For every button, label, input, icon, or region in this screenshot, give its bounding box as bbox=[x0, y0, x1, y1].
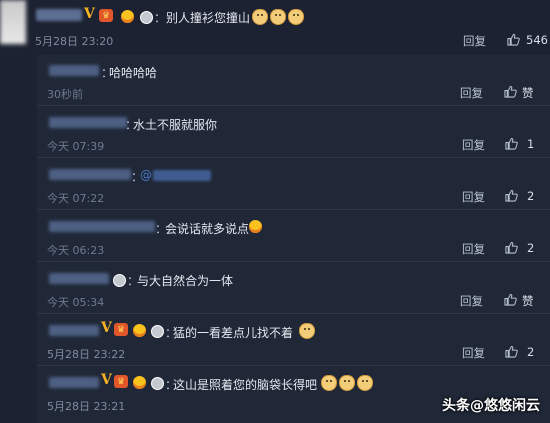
reply-text: 这山是照着您的脑袋长得吧 bbox=[173, 378, 318, 392]
laugh-emoji-icon bbox=[133, 324, 146, 337]
username-blurred[interactable] bbox=[49, 273, 109, 284]
mention-username-blurred[interactable] bbox=[153, 170, 211, 181]
doge-emoji-icon bbox=[299, 323, 315, 339]
divider bbox=[37, 105, 550, 106]
reply-time: 今天 06:23 bbox=[47, 244, 105, 257]
divider bbox=[37, 209, 550, 210]
divider bbox=[37, 365, 550, 366]
reply-time: 今天 07:39 bbox=[47, 140, 105, 153]
like-label[interactable]: 赞 bbox=[522, 293, 534, 309]
reply-text: 哈哈哈哈 bbox=[109, 66, 158, 80]
username-blurred[interactable] bbox=[49, 65, 99, 76]
comment-time: 5月28日 23:20 bbox=[35, 35, 114, 48]
reply-text: 猛的一看差点儿找不着 bbox=[173, 326, 294, 340]
divider bbox=[37, 313, 550, 314]
crown-badge-icon: ♛ bbox=[99, 9, 113, 22]
reply-button[interactable]: 回复 bbox=[462, 345, 485, 361]
verified-v-badge-icon: V bbox=[101, 372, 112, 388]
username-blurred[interactable] bbox=[36, 9, 82, 21]
crown-badge-icon: ♛ bbox=[114, 323, 128, 336]
reply-time: 5月28日 23:22 bbox=[47, 348, 126, 361]
laugh-emoji-icon bbox=[249, 220, 262, 233]
colon: ： bbox=[154, 11, 167, 25]
reply-item: ： 水土不服就服你 今天 07:39 回复 1 bbox=[37, 107, 550, 159]
thumbs-up-icon[interactable] bbox=[507, 33, 520, 46]
like-count[interactable]: 1 bbox=[527, 137, 534, 151]
reply-time: 30秒前 bbox=[47, 88, 83, 101]
like-count[interactable]: 2 bbox=[527, 241, 534, 255]
doge-emoji-icon bbox=[339, 375, 355, 391]
thumbs-up-icon[interactable] bbox=[505, 189, 518, 202]
doge-emoji-icon bbox=[252, 9, 268, 25]
doge-emoji-icon bbox=[288, 9, 304, 25]
reply-button[interactable]: 回复 bbox=[460, 293, 483, 309]
username-blurred[interactable] bbox=[49, 221, 155, 232]
reply-button[interactable]: 回复 bbox=[462, 189, 485, 205]
laugh-emoji-icon bbox=[133, 376, 146, 389]
reply-button[interactable]: 回复 bbox=[462, 241, 485, 257]
verified-v-badge-icon: V bbox=[84, 6, 95, 22]
laugh-emoji-icon bbox=[121, 10, 134, 23]
reply-item: V ♛ ： 猛的一看差点儿找不着 5月28日 23:22 回复 2 bbox=[37, 315, 550, 367]
reply-time: 今天 07:22 bbox=[47, 192, 105, 205]
doge-emoji-icon bbox=[357, 375, 373, 391]
divider bbox=[37, 261, 550, 262]
replies-panel: ： 哈哈哈哈 30秒前 回复 赞 ： 水土不服就服你 今天 07:39 回复 1… bbox=[37, 55, 550, 423]
reply-text: 会说话就多说点 bbox=[165, 222, 250, 236]
medal-badge-icon bbox=[151, 325, 164, 338]
main-comment: V ♛ ： 别人撞衫您撞山 5月28日 23:20 回复 546 bbox=[0, 0, 550, 52]
username-blurred[interactable] bbox=[49, 325, 99, 336]
username-blurred[interactable] bbox=[49, 117, 127, 128]
medal-badge-icon bbox=[140, 11, 153, 24]
medal-badge-icon bbox=[113, 274, 126, 287]
reply-text: 水土不服就服你 bbox=[133, 118, 218, 132]
medal-badge-icon bbox=[151, 377, 164, 390]
like-count[interactable]: 2 bbox=[527, 189, 534, 203]
like-count[interactable]: 546 bbox=[526, 33, 548, 47]
reply-text: 与大自然合为一体 bbox=[137, 274, 234, 288]
crown-badge-icon: ♛ bbox=[114, 375, 128, 388]
reply-item: ： 哈哈哈哈 30秒前 回复 赞 bbox=[37, 55, 550, 107]
reply-time: 今天 05:34 bbox=[47, 296, 105, 309]
mention-link[interactable]: @ bbox=[140, 168, 152, 182]
thumbs-up-icon[interactable] bbox=[504, 85, 517, 98]
doge-emoji-icon bbox=[321, 375, 337, 391]
verified-v-badge-icon: V bbox=[101, 320, 112, 336]
reply-time: 5月28日 23:21 bbox=[47, 400, 126, 413]
reply-item: ： @ 今天 07:22 回复 2 bbox=[37, 159, 550, 211]
thumbs-up-icon[interactable] bbox=[505, 137, 518, 150]
doge-emoji-icon bbox=[270, 9, 286, 25]
comment-text: 别人撞衫您撞山 bbox=[166, 11, 251, 25]
reply-button[interactable]: 回复 bbox=[462, 137, 485, 153]
thumbs-up-icon[interactable] bbox=[505, 345, 518, 358]
like-label[interactable]: 赞 bbox=[522, 85, 534, 101]
reply-item: ： 与大自然合为一体 今天 05:34 回复 赞 bbox=[37, 263, 550, 315]
reply-button[interactable]: 回复 bbox=[460, 85, 483, 101]
thumbs-up-icon[interactable] bbox=[505, 241, 518, 254]
thumbs-up-icon[interactable] bbox=[504, 293, 517, 306]
like-count[interactable]: 2 bbox=[527, 345, 534, 359]
watermark: 头条@悠悠闲云 bbox=[442, 398, 540, 414]
reply-item: ： 会说话就多说点 今天 06:23 回复 2 bbox=[37, 211, 550, 263]
avatar[interactable] bbox=[0, 0, 26, 44]
reply-button[interactable]: 回复 bbox=[463, 33, 486, 49]
username-blurred[interactable] bbox=[49, 169, 131, 180]
username-blurred[interactable] bbox=[49, 377, 99, 388]
divider bbox=[37, 157, 550, 158]
